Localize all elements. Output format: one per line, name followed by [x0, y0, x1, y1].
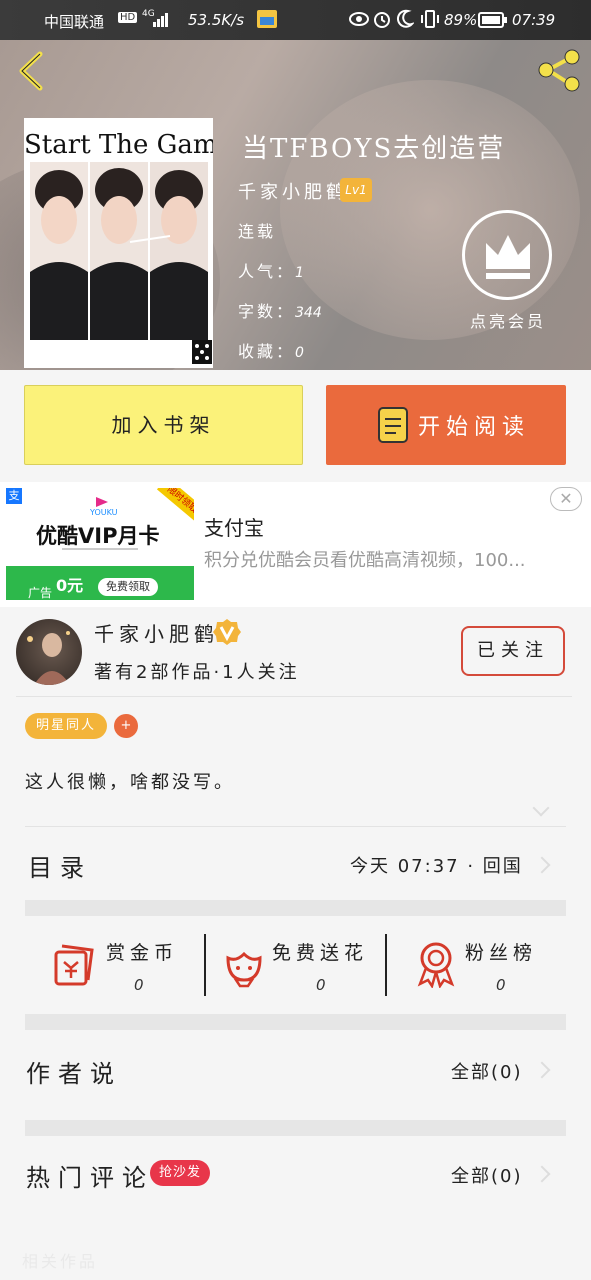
eye-icon [348, 10, 370, 32]
author-says-chevron-icon[interactable] [533, 1061, 551, 1079]
expand-chevron-icon[interactable] [532, 799, 550, 817]
words-label: 字数： [238, 302, 296, 321]
follow-button[interactable]: 已关注 [461, 626, 565, 676]
flower-icon[interactable] [222, 944, 266, 992]
ad-title[interactable]: 支付宝 [204, 512, 264, 541]
ad-close-button[interactable]: ✕ [550, 487, 582, 511]
author-says-label[interactable]: 作者说 [26, 1054, 122, 1089]
author-says-all[interactable]: 全部(0) [451, 1058, 523, 1084]
hot-comments-all[interactable]: 全部(0) [451, 1162, 523, 1188]
ad-image-subline [62, 548, 138, 550]
add-tag-button[interactable]: + [114, 714, 138, 738]
author-works: 著有2部作品·1人关注 [94, 662, 300, 683]
favorites-row: 收藏：0 [238, 338, 304, 362]
ad-banner[interactable]: 支 YOUKU 优酷VIP月卡 0元 免费领取 限时领取 广告 支付宝 积分兑优… [0, 482, 591, 607]
author-link[interactable]: 千家小肥鹤 [238, 178, 348, 204]
network-speed: 53.5K/s [188, 11, 245, 29]
favorites-label: 收藏： [238, 342, 296, 361]
ad-label: 广告 [28, 586, 53, 600]
crown-icon [486, 235, 530, 279]
verified-v-icon [212, 618, 242, 646]
stat-value-coins: 0 [134, 976, 144, 994]
stat-separator [385, 934, 387, 996]
level-badge: Lv1 [340, 178, 372, 202]
author-avatar[interactable] [16, 619, 82, 685]
favorites-value: 0 [295, 345, 304, 361]
alipay-logo-icon: 支 [6, 488, 22, 504]
start-reading-label: 开始阅读 [418, 415, 531, 440]
medal-icon[interactable] [414, 940, 458, 992]
add-to-shelf-button[interactable]: 加入书架 [24, 385, 303, 465]
popularity-value: 1 [295, 265, 304, 281]
stat-value-flowers: 0 [316, 976, 326, 994]
book-title: 当TFBOYS去创造营 [242, 134, 506, 164]
ad-image-price: 0元 [56, 576, 84, 595]
stat-label-flowers[interactable]: 免费送花 [272, 938, 368, 965]
stat-label-coins[interactable]: 赏金币 [106, 938, 178, 965]
moon-icon [396, 9, 416, 33]
cover-title-text: Start The Game [24, 130, 213, 160]
hot-comments-tag[interactable]: 抢沙发 [150, 1160, 210, 1186]
stat-separator [204, 934, 206, 996]
back-icon[interactable] [14, 50, 50, 92]
book-icon [378, 407, 408, 443]
battery-icon [478, 12, 508, 32]
clock-time: 07:39 [512, 11, 556, 29]
hot-comments-label[interactable]: 热门评论 [26, 1158, 154, 1193]
words-value: 344 [295, 305, 322, 321]
footer-watermark: 相关作品 [22, 1252, 99, 1271]
alarm-icon [372, 9, 392, 33]
category-tag[interactable]: 明星同人 [25, 713, 107, 739]
divider [16, 696, 572, 697]
status-bar: 中国联通 HD 4G 53.5K/s 89% 07:39 [0, 0, 591, 40]
section-gap [25, 1120, 566, 1136]
ad-image-title: 优酷VIP月卡 [36, 524, 160, 548]
vip-label[interactable]: 点亮会员 [470, 308, 546, 332]
ad-image-tag: 免费领取 [98, 578, 158, 596]
app-notification-icon [256, 9, 278, 33]
book-status: 连载 [238, 222, 277, 241]
book-cover[interactable]: Start The Game [24, 118, 213, 368]
book-header: Start The Game 当TFBOYS去创造营 千家小肥鹤 Lv1 连载 … [0, 40, 591, 370]
red-envelope-icon[interactable] [52, 944, 96, 992]
stat-value-fans: 0 [496, 976, 506, 994]
cover-photo [30, 162, 208, 340]
dice-icon [192, 340, 212, 364]
section-gap [25, 1014, 566, 1030]
ad-description[interactable]: 积分兑优酷会员看优酷高清视频，100... [204, 546, 526, 572]
hot-comments-chevron-icon[interactable] [533, 1165, 551, 1183]
ad-image-corner: 限时领取 [156, 488, 194, 523]
signal-icon [152, 12, 170, 32]
words-row: 字数：344 [238, 298, 322, 322]
start-reading-button[interactable]: 开始阅读 [326, 385, 566, 465]
catalog-chevron-icon[interactable] [533, 856, 551, 874]
carrier-label: 中国联通 [44, 13, 105, 31]
vip-crown-button[interactable] [462, 210, 552, 300]
popularity-row: 人气：1 [238, 258, 304, 282]
vibrate-icon [420, 9, 440, 33]
popularity-label: 人气： [238, 262, 296, 281]
author-name[interactable]: 千家小肥鹤 [94, 618, 219, 647]
divider [25, 826, 566, 827]
battery-percent: 89% [444, 11, 478, 29]
catalog-update[interactable]: 今天 07:37 · 回国 [350, 852, 523, 878]
header-blur-light [280, 80, 580, 340]
catalog-label[interactable]: 目录 [28, 848, 92, 883]
author-bio: 这人很懒，啥都没写。 [25, 772, 235, 793]
share-icon[interactable] [534, 46, 584, 94]
hd-badge: HD [118, 12, 138, 23]
ad-image[interactable]: 支 YOUKU 优酷VIP月卡 0元 免费领取 限时领取 广告 [6, 488, 194, 600]
stat-label-fans[interactable]: 粉丝榜 [465, 938, 537, 965]
section-gap [25, 900, 566, 916]
ad-brand: YOUKU [90, 508, 118, 517]
